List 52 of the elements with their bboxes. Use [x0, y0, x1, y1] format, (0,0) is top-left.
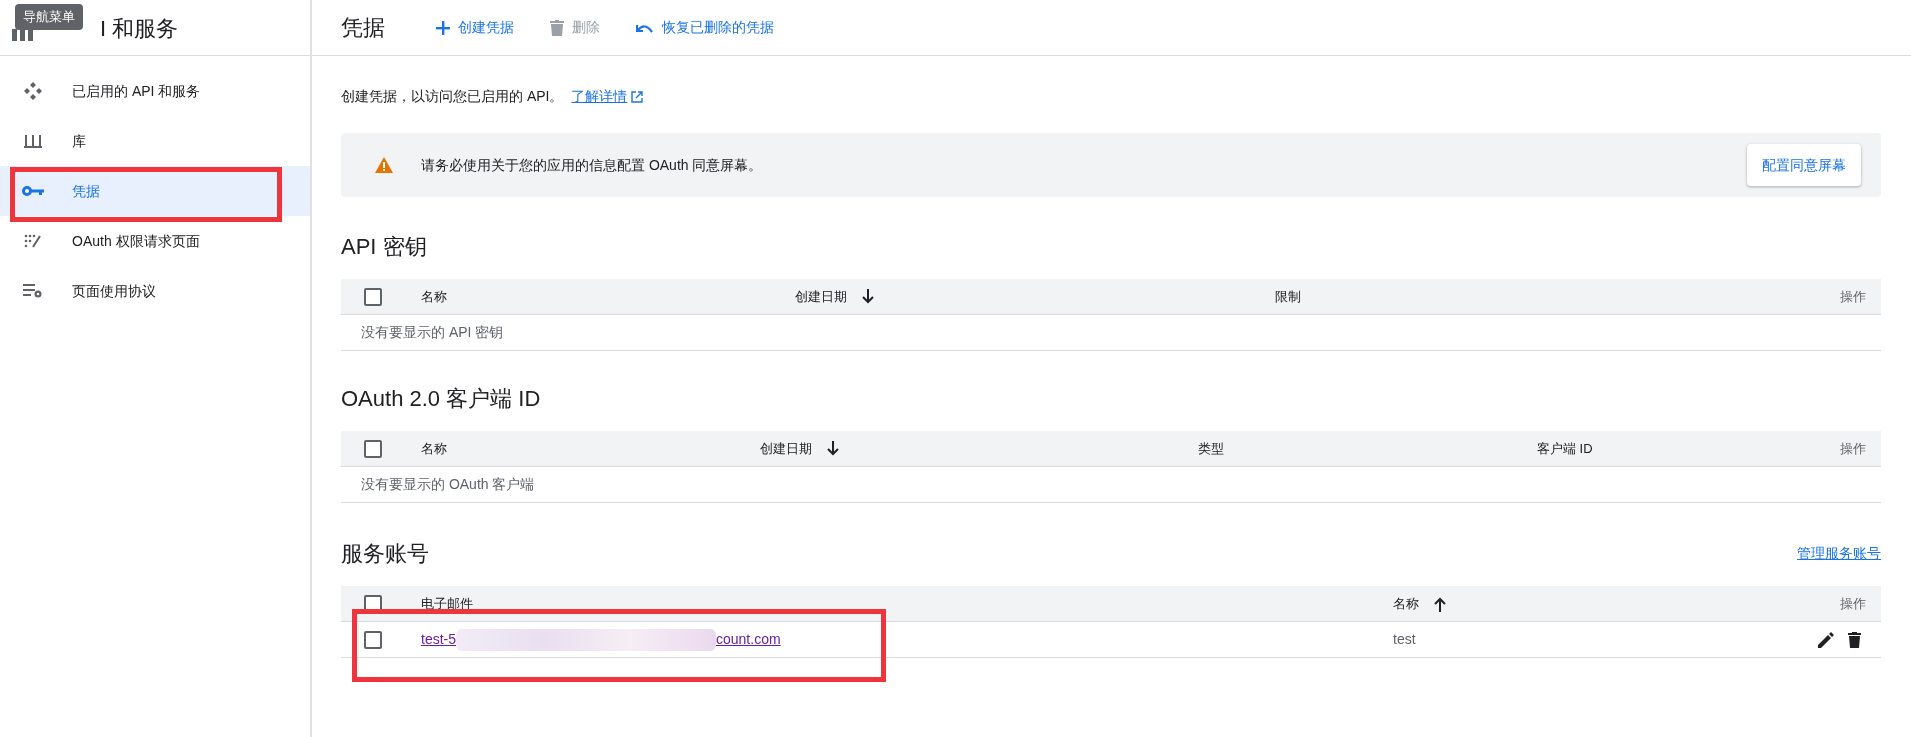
section-title: OAuth 2.0 客户端 ID	[341, 384, 541, 413]
warning-icon	[375, 157, 393, 173]
section-title: 服务账号	[341, 539, 429, 568]
toolbar-button[interactable]: 恢复已删除的凭据	[634, 17, 776, 38]
checkbox[interactable]	[364, 439, 382, 458]
column-header[interactable]: 操作	[1840, 593, 1866, 614]
intro-text: 创建凭据，以访问您已启用的 API。	[341, 87, 564, 106]
empty-message: 没有要显示的 API 密钥	[361, 323, 504, 342]
sort-up-arrow-icon[interactable]	[1433, 595, 1447, 612]
sidebar-item[interactable]: OAuth 权限请求页面	[0, 216, 310, 266]
warning-text: 请务必使用关于您的应用的信息配置 OAuth 同意屏幕。	[421, 155, 764, 175]
checkbox[interactable]	[364, 630, 382, 649]
external-link-icon	[631, 90, 644, 103]
product-title: I 和服务	[100, 15, 179, 43]
tooltip: 导航菜单	[15, 4, 83, 30]
library-icon	[24, 133, 42, 149]
toolbar-button[interactable]: 创建凭据	[434, 17, 516, 38]
plus-icon	[436, 20, 450, 35]
column-header[interactable]: 电子邮件	[421, 593, 473, 614]
column-header[interactable]: 名称	[421, 438, 447, 459]
column-header[interactable]: 创建日期	[795, 286, 847, 307]
column-header[interactable]: 类型	[1198, 438, 1224, 459]
page-title: 凭据	[341, 14, 386, 42]
trash-icon[interactable]	[1848, 631, 1861, 648]
table-cell: test	[1393, 631, 1416, 647]
configure-consent-button[interactable]: 配置同意屏幕	[1747, 144, 1861, 186]
dotted-check-icon	[24, 233, 42, 249]
settings-list-icon	[23, 284, 43, 298]
undo-icon	[636, 22, 654, 33]
column-header[interactable]: 操作	[1840, 438, 1866, 459]
empty-message: 没有要显示的 OAuth 客户端	[361, 475, 535, 494]
sort-down-arrow-icon[interactable]	[861, 288, 875, 305]
column-header[interactable]: 限制	[1275, 286, 1301, 307]
sidebar-item[interactable]: 页面使用协议	[0, 266, 310, 316]
trash-icon	[550, 19, 564, 36]
checkbox[interactable]	[364, 287, 382, 306]
manage-link[interactable]: 管理服务账号	[1797, 542, 1881, 564]
column-header[interactable]: 名称	[1393, 593, 1419, 614]
column-header[interactable]: 创建日期	[760, 438, 812, 459]
sidebar-item[interactable]: 已启用的 API 和服务	[0, 66, 310, 116]
key-icon	[22, 185, 44, 197]
section-title: API 密钥	[341, 232, 427, 261]
column-header[interactable]: 客户端 ID	[1537, 438, 1593, 459]
api-icon	[23, 81, 43, 101]
sidebar-item[interactable]: 库	[0, 116, 310, 166]
learn-more-link[interactable]: 了解详情	[571, 86, 644, 107]
email-link[interactable]: test-5 count.com	[421, 628, 781, 651]
sort-down-arrow-icon[interactable]	[826, 440, 840, 457]
column-header[interactable]: 操作	[1840, 286, 1866, 307]
edit-icon[interactable]	[1818, 631, 1834, 648]
sidebar-item[interactable]: 凭据	[0, 166, 310, 216]
column-header[interactable]: 名称	[421, 286, 447, 307]
